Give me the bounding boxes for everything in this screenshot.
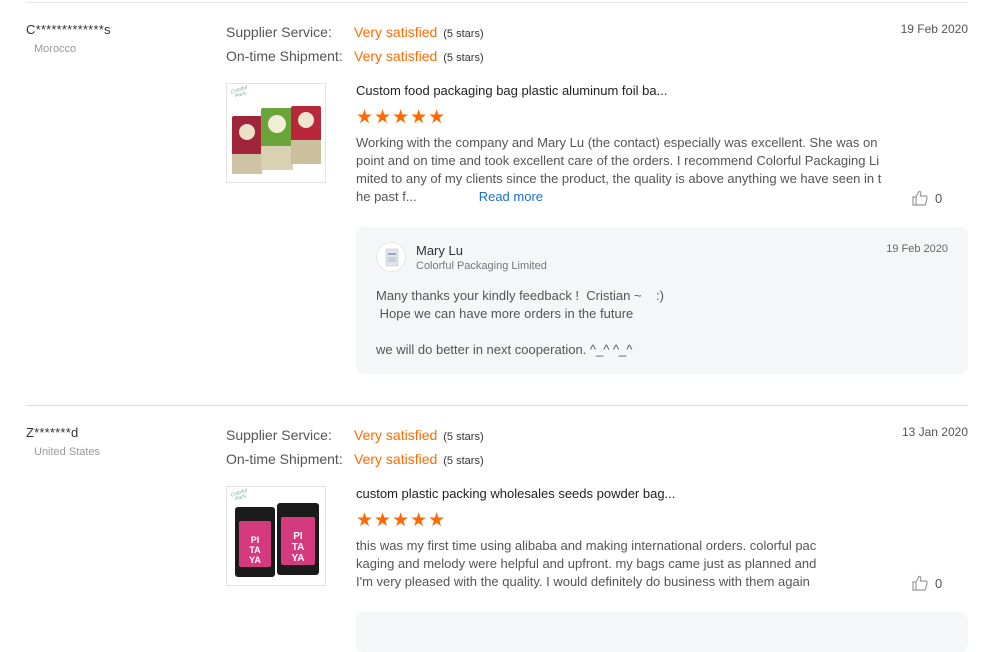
- supplier-service-rating: Supplier Service: Very satisfied (5 stars): [226, 425, 484, 445]
- buyer-country: United States: [34, 446, 101, 458]
- thumbs-up-icon: [912, 190, 928, 206]
- reply-text-line: Hope we can have more orders in the futu…: [376, 306, 634, 321]
- supplier-service-stars: (5 stars): [443, 28, 484, 40]
- thumbs-up-icon: [912, 575, 928, 591]
- review-text-line: point and on time and took excellent car…: [356, 153, 880, 168]
- like-button[interactable]: 0: [911, 574, 942, 592]
- reply-text-line: [376, 323, 664, 341]
- reply-text-line: we will do better in next cooperation. ^…: [376, 342, 633, 357]
- product-title[interactable]: custom plastic packing wholesales seeds …: [356, 486, 675, 501]
- supplier-service-value: Very satisfied: [354, 24, 438, 40]
- svg-text:YA: YA: [292, 553, 305, 564]
- product-title[interactable]: Custom food packaging bag plastic alumin…: [356, 83, 667, 98]
- review-divider: [26, 405, 968, 406]
- supplier-service-rating: Supplier Service: Very satisfied (5 stars): [226, 22, 484, 42]
- top-divider: [26, 2, 968, 3]
- shipment-value: Very satisfied: [354, 451, 438, 467]
- shipment-label: On-time Shipment:: [226, 48, 343, 64]
- like-button[interactable]: 0: [911, 189, 942, 207]
- avatar: [376, 242, 406, 272]
- product-thumbnail[interactable]: Colorful Pack: [226, 83, 326, 183]
- svg-text:PI: PI: [251, 535, 260, 545]
- shipment-value: Very satisfied: [354, 48, 438, 64]
- reply-date: 19 Feb 2020: [886, 243, 948, 255]
- review-text: Working with the company and Mary Lu (th…: [356, 134, 881, 206]
- buyer-name: C*************s: [26, 22, 111, 37]
- svg-text:TA: TA: [249, 545, 261, 555]
- svg-text:TA: TA: [292, 542, 305, 553]
- review-text-line: I'm very pleased with the quality. I wou…: [356, 574, 810, 589]
- reply-text-line: Many thanks your kindly feedback ! Crist…: [376, 288, 664, 303]
- avatar-image: [377, 243, 405, 271]
- review-item: Z*******d United States Supplier Service…: [0, 425, 988, 652]
- shipment-stars: (5 stars): [443, 455, 484, 467]
- product-rating-stars: ★★★★★: [356, 107, 447, 128]
- supplier-service-value: Very satisfied: [354, 427, 438, 443]
- like-count: 0: [935, 575, 943, 591]
- buyer-info: C*************s Morocco: [26, 22, 111, 55]
- shipment-rating: On-time Shipment: Very satisfied (5 stars): [226, 449, 484, 469]
- review-text-line: he past f... Read more: [356, 188, 881, 206]
- review-date: 19 Feb 2020: [900, 22, 968, 36]
- like-count: 0: [935, 190, 943, 206]
- product-image: PI TA YA PI TA YA: [235, 503, 319, 577]
- reply-text: Many thanks your kindly feedback ! Crist…: [376, 287, 664, 359]
- review-text-fragment: he past f...: [356, 189, 417, 204]
- svg-text:YA: YA: [249, 555, 261, 565]
- read-more-link[interactable]: Read more: [479, 189, 543, 204]
- review-text: this was my first time using alibaba and…: [356, 537, 816, 591]
- buyer-name: Z*******d: [26, 425, 79, 440]
- shipment-label: On-time Shipment:: [226, 451, 343, 467]
- buyer-country: Morocco: [34, 43, 77, 55]
- shipment-stars: (5 stars): [443, 52, 484, 64]
- supplier-reply: [356, 612, 968, 652]
- supplier-service-label: Supplier Service:: [226, 24, 332, 40]
- review-text-line: kaging and melody were helpful and upfro…: [356, 556, 817, 571]
- product-image: [232, 106, 321, 174]
- product-thumbnail[interactable]: Colorful Pack PI TA YA PI TA YA: [226, 486, 326, 586]
- buyer-info: Z*******d United States: [26, 425, 100, 458]
- review-text-line: mited to any of my clients since the pro…: [356, 171, 882, 186]
- review-text-line: this was my first time using alibaba and…: [356, 538, 817, 553]
- review-text-line: Working with the company and Mary Lu (th…: [356, 135, 878, 150]
- review-date: 13 Jan 2020: [901, 425, 968, 439]
- reply-company: Colorful Packaging Limited: [416, 260, 547, 272]
- svg-text:PI: PI: [293, 531, 303, 542]
- review-item: C*************s Morocco Supplier Service…: [0, 22, 988, 402]
- reply-author-name: Mary Lu: [416, 243, 463, 258]
- shipment-rating: On-time Shipment: Very satisfied (5 stars): [226, 46, 484, 66]
- supplier-reply: Mary Lu Colorful Packaging Limited 19 Fe…: [356, 227, 968, 374]
- product-rating-stars: ★★★★★: [356, 510, 447, 531]
- supplier-service-stars: (5 stars): [443, 431, 484, 443]
- supplier-service-label: Supplier Service:: [226, 427, 332, 443]
